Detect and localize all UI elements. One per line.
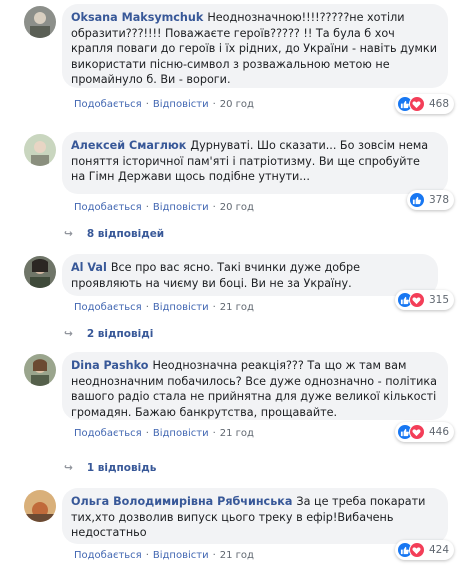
reaction-count: 468 [428, 98, 449, 110]
comment: Al Val Все про вас ясно. Такі вчинки дуже… [24, 254, 454, 318]
comment-bubble: Ольга Володимирівна Рябчинська За це треб… [62, 488, 448, 544]
reaction-summary[interactable]: 424 [394, 540, 454, 560]
timestamp[interactable]: 20 год [220, 99, 254, 110]
comment-actions: Подобається · Відповісти · 20 год [74, 202, 254, 213]
view-replies-link[interactable]: ↪ 8 відповідей [64, 228, 164, 240]
replies-count: 1 відповідь [86, 462, 157, 474]
comment-actions: Подобається · Відповісти · 21 год [74, 550, 254, 561]
comment: Dina Pashko Неоднозначна реакція??? Та що… [24, 352, 454, 456]
replies-count: 8 відповідей [86, 228, 165, 240]
avatar[interactable] [24, 354, 56, 386]
view-replies-link[interactable]: ↪ 2 відповіді [64, 328, 153, 340]
love-icon [408, 424, 425, 440]
reply-link[interactable]: Відповісти [153, 99, 209, 110]
timestamp[interactable]: 21 год [220, 428, 254, 439]
comment: Ольга Володимирівна Рябчинська За це треб… [24, 488, 454, 578]
timestamp[interactable]: 20 год [220, 202, 254, 213]
author-name[interactable]: Oksana Maksymchuk [71, 11, 203, 24]
reaction-summary[interactable]: 315 [394, 290, 454, 310]
timestamp[interactable]: 21 год [220, 302, 254, 313]
comment-bubble: Dina Pashko Неоднозначна реакція??? Та що… [62, 352, 448, 420]
timestamp[interactable]: 21 год [220, 550, 254, 561]
author-name[interactable]: Ольга Володимирівна Рябчинська [71, 495, 292, 508]
comment-thread: Oksana Maksymchuk Неоднозначною!!!!?????н… [0, 0, 470, 582]
like-icon [408, 192, 425, 208]
like-link[interactable]: Подобається [74, 428, 142, 439]
comment-actions: Подобається · Відповісти · 21 год [74, 302, 254, 313]
reaction-summary[interactable]: 378 [406, 190, 454, 210]
reaction-count: 378 [428, 194, 449, 206]
reaction-count: 424 [428, 544, 449, 556]
comment-text: Все про вас ясно. Такі вчинки дуже добре… [71, 261, 361, 290]
like-link[interactable]: Подобається [74, 202, 142, 213]
reply-link[interactable]: Відповісти [153, 428, 209, 439]
comment-actions: Подобається · Відповісти · 20 год [74, 99, 254, 110]
avatar[interactable] [24, 256, 56, 288]
like-link[interactable]: Подобається [74, 302, 142, 313]
reply-link[interactable]: Відповісти [153, 550, 209, 561]
reply-link[interactable]: Відповісти [153, 302, 209, 313]
comment-actions: Подобається · Відповісти · 21 год [74, 428, 254, 439]
avatar[interactable] [24, 490, 56, 522]
avatar[interactable] [24, 6, 56, 38]
reaction-summary[interactable]: 468 [394, 94, 454, 114]
reply-arrow-icon: ↪ [64, 228, 73, 240]
reaction-count: 446 [428, 426, 449, 438]
replies-count: 2 відповіді [86, 328, 154, 340]
comment: Oksana Maksymchuk Неоднозначною!!!!?????н… [24, 4, 454, 126]
view-replies-link[interactable]: ↪ 1 відповідь [64, 462, 156, 474]
reaction-count: 315 [428, 294, 449, 306]
comment-bubble: Al Val Все про вас ясно. Такі вчинки дуже… [62, 254, 438, 296]
author-name[interactable]: Al Val [71, 261, 107, 274]
reply-link[interactable]: Відповісти [153, 202, 209, 213]
comment: Алексей Смаглюк Дурнуваті. Шо сказати... … [24, 132, 454, 218]
author-name[interactable]: Алексей Смаглюк [71, 139, 186, 152]
reply-arrow-icon: ↪ [64, 328, 73, 340]
like-link[interactable]: Подобається [74, 99, 142, 110]
comment-bubble: Алексей Смаглюк Дурнуваті. Шо сказати... … [62, 132, 448, 194]
love-icon [408, 292, 425, 308]
avatar[interactable] [24, 134, 56, 166]
reaction-summary[interactable]: 446 [394, 422, 454, 442]
like-link[interactable]: Подобається [74, 550, 142, 561]
love-icon [408, 96, 425, 112]
comment-bubble: Oksana Maksymchuk Неоднозначною!!!!?????н… [62, 4, 448, 88]
reply-arrow-icon: ↪ [64, 462, 73, 474]
love-icon [408, 542, 425, 558]
author-name[interactable]: Dina Pashko [71, 359, 148, 372]
